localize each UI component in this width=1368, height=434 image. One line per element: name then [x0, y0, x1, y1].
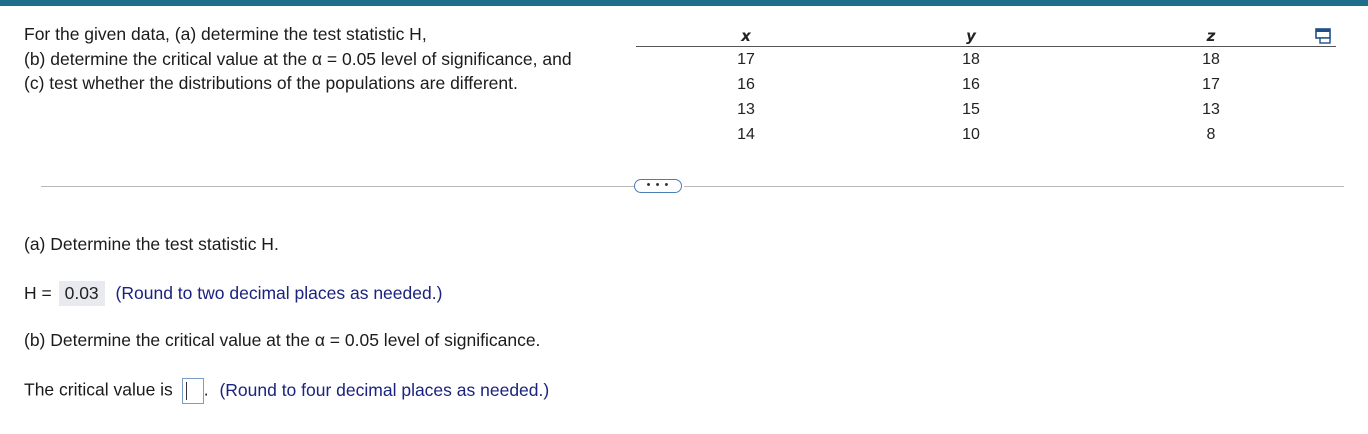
top-accent-bar	[0, 0, 1368, 6]
critical-rounding-hint: (Round to four decimal places as needed.…	[219, 379, 550, 400]
table-cell: 15	[962, 100, 980, 118]
column-header-x: x	[636, 26, 856, 47]
table-cell: 16	[737, 75, 755, 93]
column-header-y: y	[856, 26, 1086, 47]
table-row: 14 10 8	[636, 122, 1336, 147]
question-line-1: For the given data, (a) determine the te…	[24, 24, 427, 44]
question-text: For the given data, (a) determine the te…	[24, 22, 644, 96]
table-cell: 18	[1202, 50, 1220, 68]
column-header-z: z	[1086, 26, 1336, 47]
section-divider-right	[684, 186, 1344, 187]
table-cell: 16	[962, 75, 980, 93]
table-cell: 8	[1206, 125, 1216, 143]
h-label: H =	[24, 283, 52, 303]
expand-more-button[interactable]: • • •	[634, 179, 682, 193]
table-cell: 10	[962, 125, 980, 143]
table-row: 17 18 18	[636, 47, 1336, 73]
part-b-heading: (b) Determine the critical value at the …	[24, 330, 541, 350]
h-answer-value[interactable]: 0.03	[58, 281, 105, 306]
table-header-row: x y z	[636, 26, 1336, 47]
text-cursor	[185, 382, 187, 400]
part-a-heading: (a) Determine the test statistic H.	[24, 234, 279, 254]
table-cell: 13	[1202, 100, 1220, 118]
question-line-3: (c) test whether the distributions of th…	[24, 73, 518, 93]
h-rounding-hint: (Round to two decimal places as needed.)	[115, 283, 443, 303]
question-line-2: (b) determine the critical value at the …	[24, 48, 572, 69]
part-b-answer-line: The critical value is . (Round to four d…	[24, 378, 549, 404]
table-cell: 13	[737, 100, 755, 118]
data-table: x y z 17 18 18 16 16 17 13 15 13 14 10 8	[636, 26, 1336, 147]
section-divider-left	[41, 186, 634, 187]
table-row: 13 15 13	[636, 97, 1336, 122]
part-a-answer-line: H = 0.03 (Round to two decimal places as…	[24, 281, 442, 306]
table-cell: 14	[737, 125, 755, 143]
popout-window-icon[interactable]	[1315, 28, 1333, 44]
table-cell: 17	[737, 50, 755, 68]
period-text: .	[203, 379, 209, 400]
table-cell: 18	[962, 50, 980, 68]
critical-value-label: The critical value is	[24, 379, 173, 400]
table-cell: 17	[1202, 75, 1220, 93]
critical-value-input[interactable]	[181, 378, 204, 404]
table-row: 16 16 17	[636, 72, 1336, 97]
